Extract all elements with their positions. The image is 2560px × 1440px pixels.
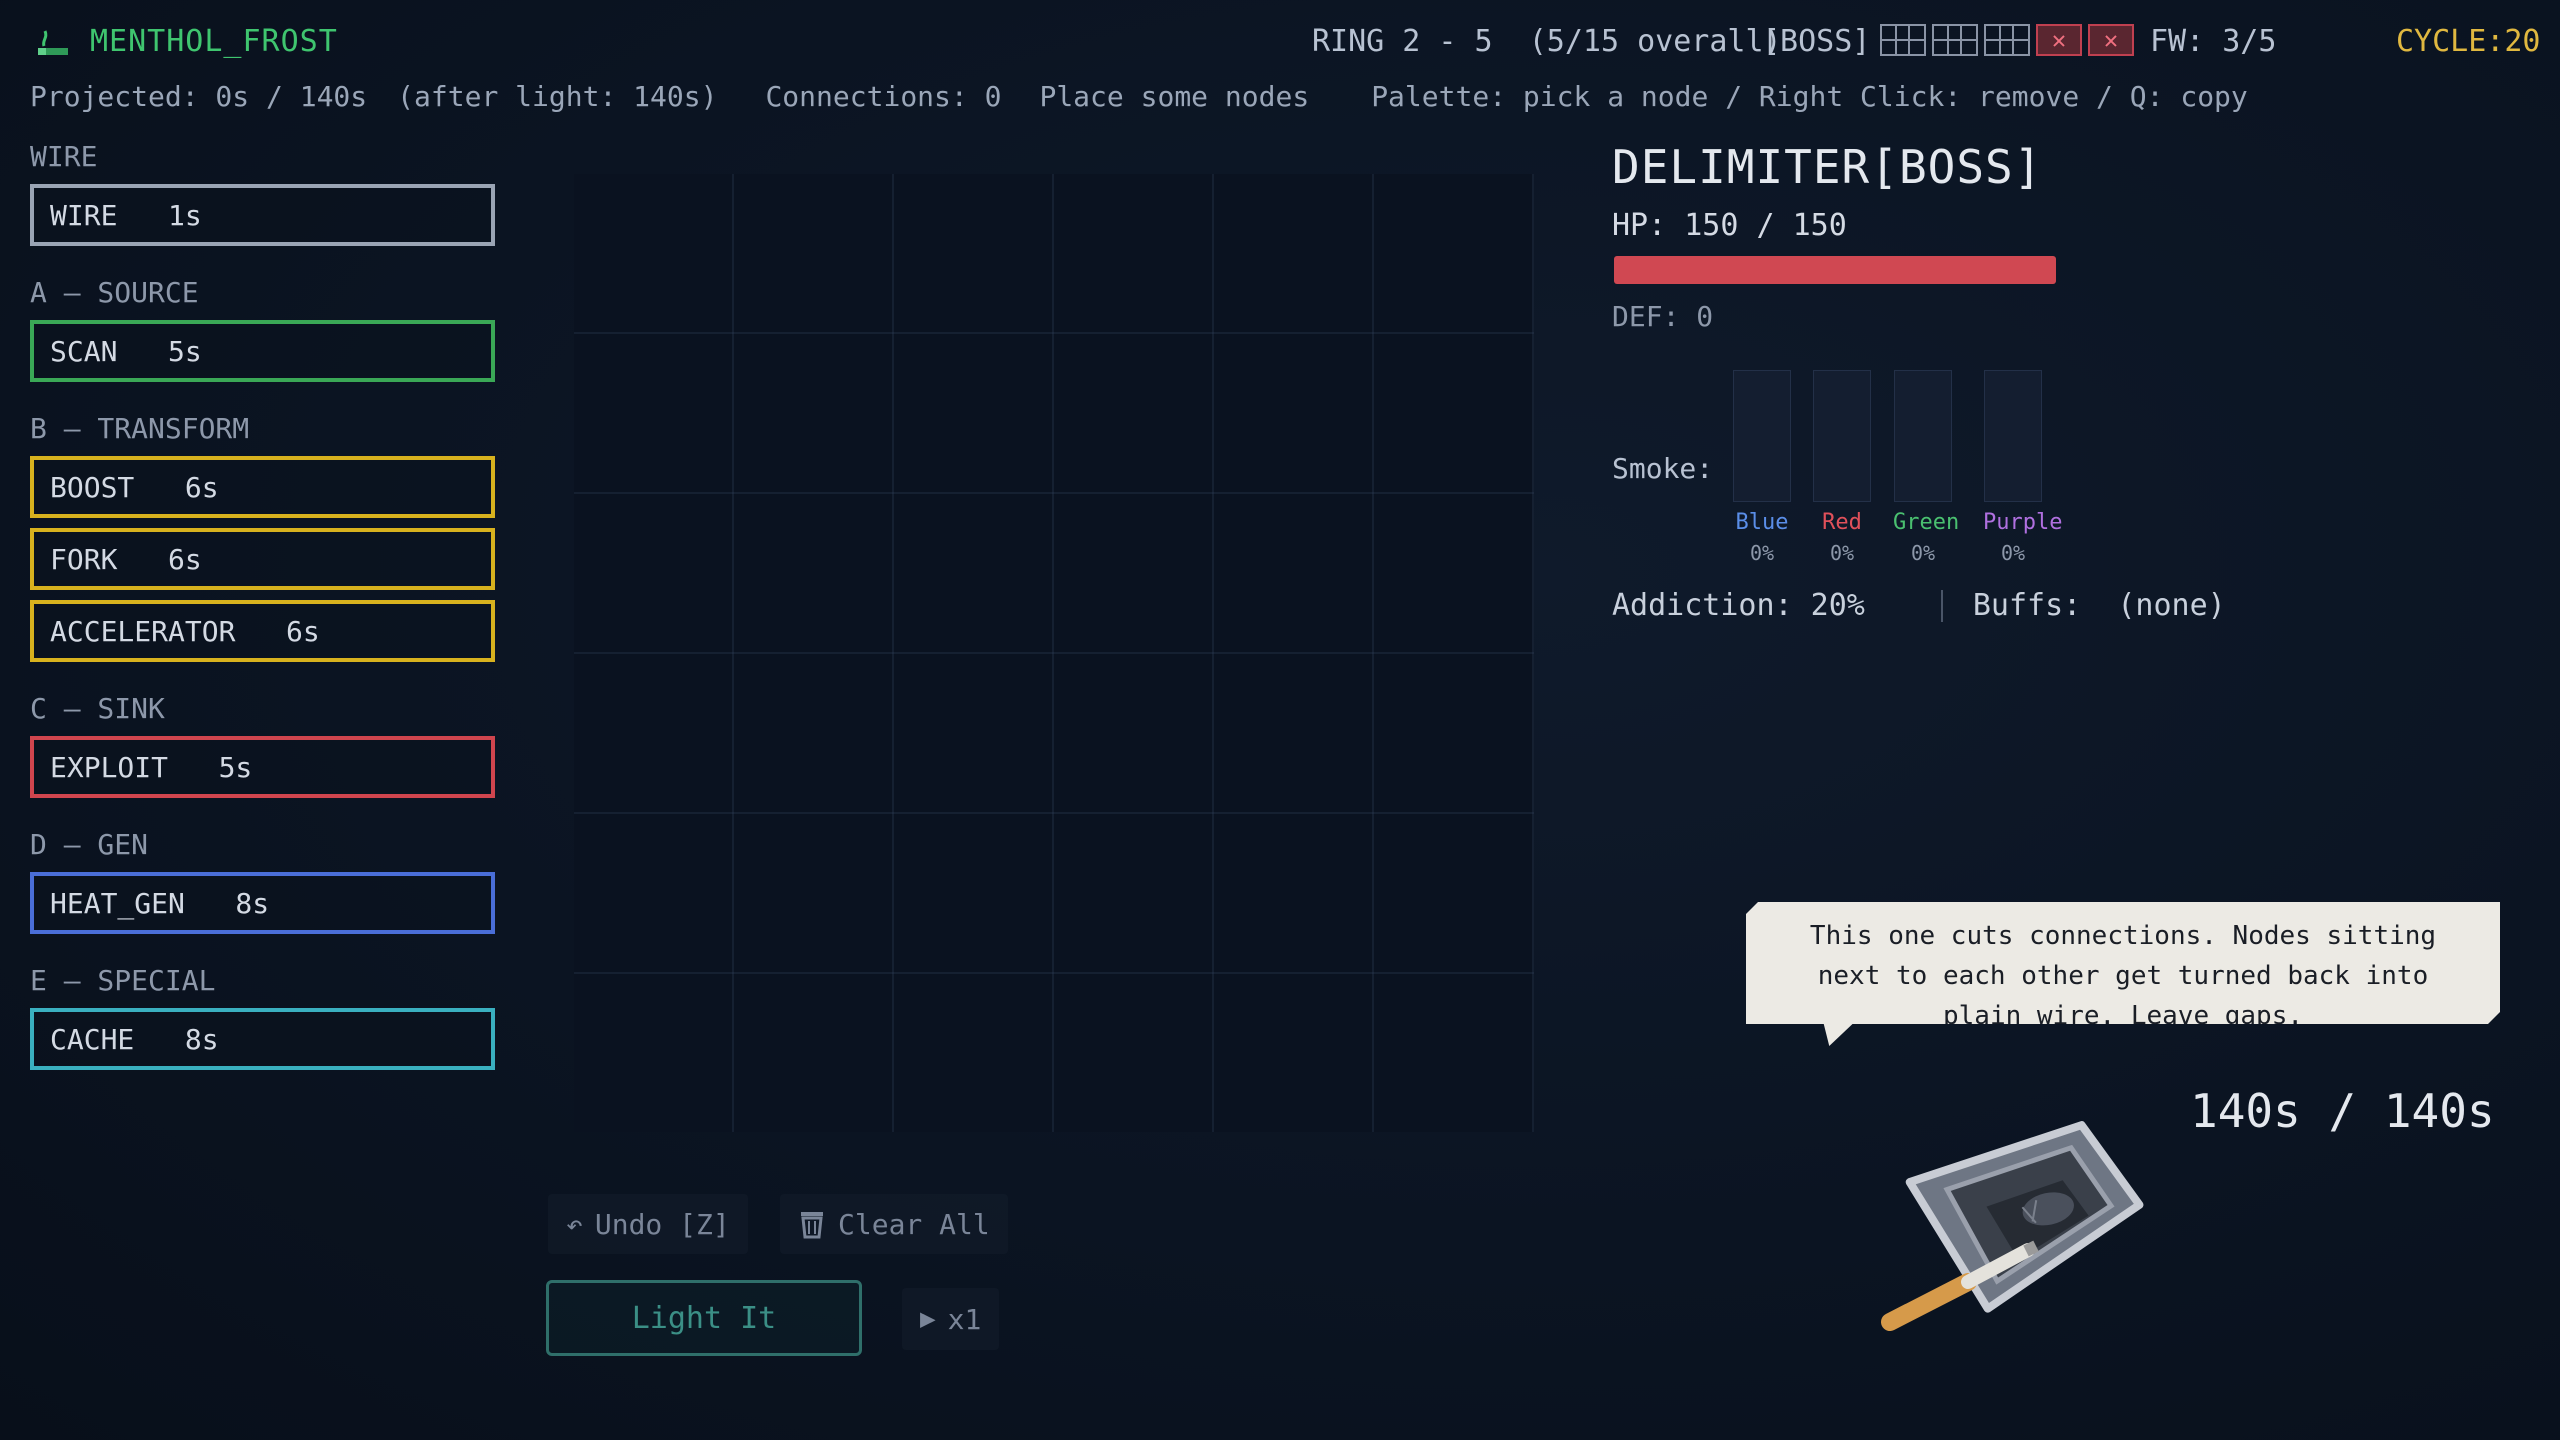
after-light-time: (after light: 140s) xyxy=(397,80,718,113)
top-bar: MENTHOL_FROST RING 2 - 5 (5/15 overall) … xyxy=(0,0,2560,88)
status-hint: Place some nodes xyxy=(1039,80,1310,113)
smoke-blue: Blue 0% xyxy=(1732,370,1792,565)
category-label: D — GEN xyxy=(30,828,149,861)
addiction-text: Addiction: 20% xyxy=(1612,588,1865,623)
status-line: Projected: 0s / 140s (after light: 140s)… xyxy=(30,80,2248,113)
smoke-percent: 0% xyxy=(1829,541,1855,565)
undo-button[interactable]: ↶ Undo [Z] xyxy=(548,1194,748,1254)
node-scan-button[interactable]: SCAN 5s xyxy=(30,320,495,382)
ashtray-icon xyxy=(1881,1121,2144,1331)
smoke-bar xyxy=(1984,370,2042,502)
smoke-label: Smoke: xyxy=(1612,452,1714,485)
undo-label: Undo [Z] xyxy=(594,1207,730,1241)
enemy-hp-bar xyxy=(1614,256,2056,284)
node-exploit-button[interactable]: EXPLOIT 5s xyxy=(30,736,495,798)
node-fork-button[interactable]: FORK 6s xyxy=(30,528,495,590)
stage-grid-icon xyxy=(1880,24,1926,56)
smoke-purple: Purple 0% xyxy=(1983,370,2063,565)
palette-category-source: A — SOURCE SCAN 5s xyxy=(30,276,500,382)
ring-progress: RING 2 - 5 (5/15 overall) xyxy=(1312,24,1782,59)
stage-icons xyxy=(1880,24,2134,56)
cigarette-icon xyxy=(38,30,68,55)
smoke-name: Red xyxy=(1822,510,1862,535)
smoke-name: Green xyxy=(1893,510,1960,535)
projected-time: Projected: 0s / 140s xyxy=(30,80,368,113)
stage-grid-icon xyxy=(1932,24,1978,56)
palette-category-gen: D — GEN HEAT_GEN 8s xyxy=(30,828,500,934)
node-palette: WIRE WIRE 1s A — SOURCE SCAN 5s B — TRAN… xyxy=(30,140,500,1100)
boss-tag: [BOSS] xyxy=(1762,24,1871,59)
smoke-bar xyxy=(1894,370,1952,502)
time-budget: 140s / 140s xyxy=(2190,1084,2495,1138)
stage-lost-icon xyxy=(2088,24,2134,56)
smoke-percent: 0% xyxy=(2000,541,2026,565)
category-label: A — SOURCE xyxy=(30,276,199,309)
speed-label: x1 xyxy=(947,1302,982,1336)
category-label: WIRE xyxy=(30,140,98,173)
buffs-text: Buffs: (none) xyxy=(1972,588,2226,623)
separator xyxy=(1940,589,1943,622)
node-wire-button[interactable]: WIRE 1s xyxy=(30,184,495,246)
trash-icon xyxy=(801,1212,823,1239)
stage-lost-icon xyxy=(2036,24,2082,56)
speech-bubble: This one cuts connections. Nodes sitting… xyxy=(1746,902,2500,1024)
smoke-bar xyxy=(1813,370,1871,502)
addiction-line: Addiction: 20% Buffs: (none) xyxy=(1612,588,2226,623)
smoke-name: Purple xyxy=(1983,510,2063,535)
clear-all-button[interactable]: Clear All xyxy=(780,1194,1008,1254)
cycle-counter: CYCLE:20 xyxy=(2396,24,2541,59)
node-cache-button[interactable]: CACHE 8s xyxy=(30,1008,495,1070)
palette-category-wire: WIRE WIRE 1s xyxy=(30,140,500,246)
firewall-counter: FW: 3/5 xyxy=(2150,24,2277,59)
enemy-hp-fill xyxy=(1614,256,2056,284)
enemy-name: DELIMITER[BOSS] xyxy=(1612,140,2043,194)
circuit-grid[interactable] xyxy=(574,174,1534,1132)
controls-hint: Palette: pick a node / Right Click: remo… xyxy=(1371,80,2248,113)
enemy-def-text: DEF: 0 xyxy=(1612,300,1714,333)
smoke-percent: 0% xyxy=(1910,541,1936,565)
light-it-button[interactable]: Light It xyxy=(546,1280,862,1356)
app-title: MENTHOL_FROST xyxy=(90,24,338,59)
node-accelerator-button[interactable]: ACCELERATOR 6s xyxy=(30,600,495,662)
smoke-name: Blue xyxy=(1735,510,1789,535)
palette-category-transform: B — TRANSFORM BOOST 6s FORK 6s ACCELERAT… xyxy=(30,412,500,662)
play-icon: ▶ xyxy=(920,1304,936,1334)
palette-category-sink: C — SINK EXPLOIT 5s xyxy=(30,692,500,798)
node-heat-gen-button[interactable]: HEAT_GEN 8s xyxy=(30,872,495,934)
smoke-bar xyxy=(1733,370,1791,502)
category-label: C — SINK xyxy=(30,692,165,725)
smoke-green: Green 0% xyxy=(1893,370,1960,565)
connections-count: Connections: 0 xyxy=(765,80,1002,113)
clear-all-label: Clear All xyxy=(838,1207,990,1241)
palette-category-special: E — SPECIAL CACHE 8s xyxy=(30,964,500,1070)
stage-grid-icon xyxy=(1984,24,2030,56)
enemy-hp-text: HP: 150 / 150 xyxy=(1612,208,1847,243)
speed-button[interactable]: ▶ x1 xyxy=(902,1288,1000,1350)
category-label: E — SPECIAL xyxy=(30,964,216,997)
node-boost-button[interactable]: BOOST 6s xyxy=(30,456,495,518)
category-label: B — TRANSFORM xyxy=(30,412,250,445)
smoke-red: Red 0% xyxy=(1812,370,1872,565)
undo-icon: ↶ xyxy=(566,1207,583,1241)
smoke-percent: 0% xyxy=(1749,541,1775,565)
